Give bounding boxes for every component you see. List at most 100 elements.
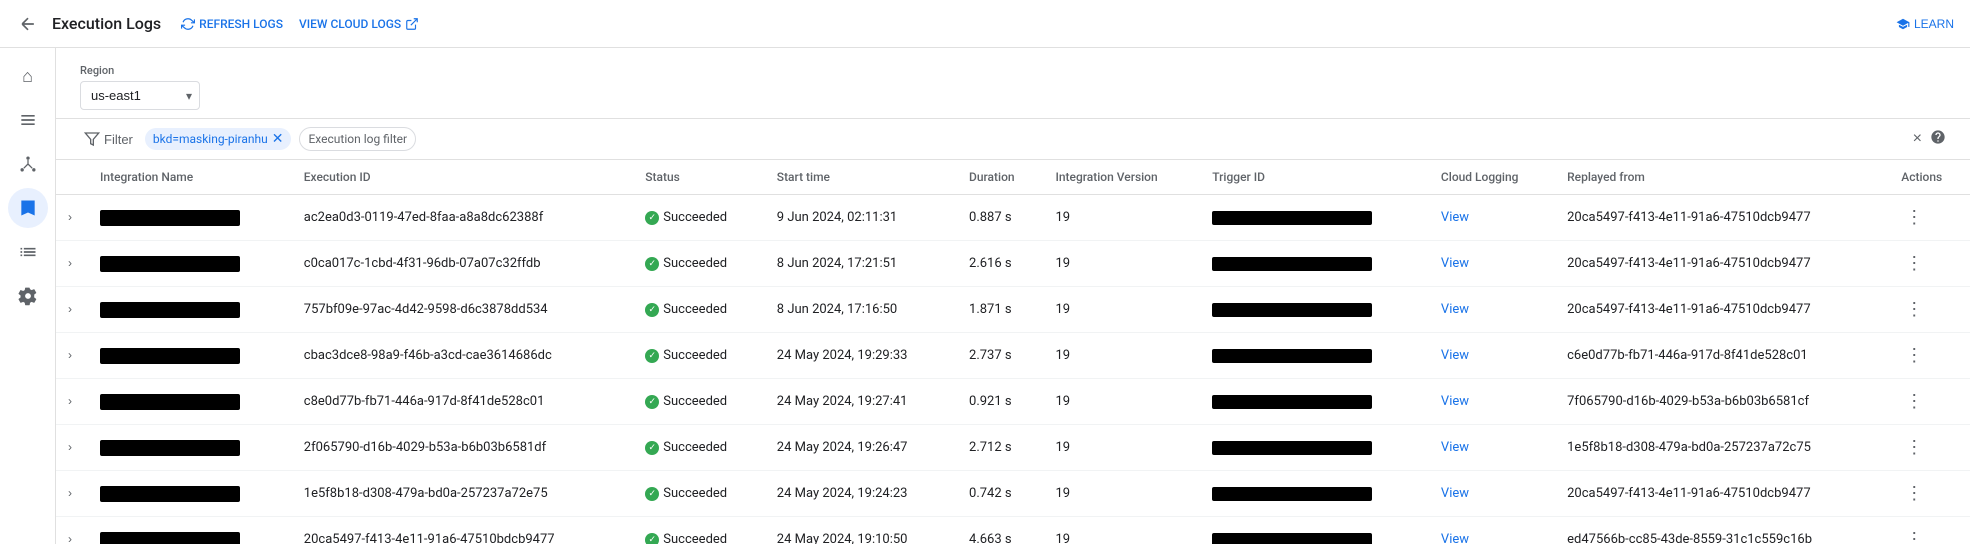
status-badge: ✓ Succeeded <box>645 486 753 501</box>
status-text: Succeeded <box>663 532 727 544</box>
replayed-from-cell: 20ca5497-f413-4e11-91a6-47510dcb9477 <box>1555 195 1889 241</box>
filter-help-button[interactable] <box>1930 129 1946 150</box>
expand-button[interactable]: › <box>68 348 72 362</box>
status-success-icon: ✓ <box>645 487 659 501</box>
sidebar-icon-connectors[interactable] <box>8 144 48 184</box>
integration-version-cell: 19 <box>1043 517 1200 544</box>
actions-cell: ⋮ <box>1889 471 1970 517</box>
filter-close-button[interactable]: × <box>1913 130 1922 148</box>
learn-button[interactable]: LEARN <box>1896 17 1954 31</box>
expand-button[interactable]: › <box>68 256 72 270</box>
status-success-icon: ✓ <box>645 211 659 225</box>
trigger-id-redacted <box>1212 533 1372 544</box>
expand-button[interactable]: › <box>68 440 72 454</box>
cloud-logging-cell: View <box>1429 241 1555 287</box>
page-title: Execution Logs <box>52 14 161 33</box>
sidebar-icon-home[interactable]: ⌂ <box>8 56 48 96</box>
execution-id-cell: c8e0d77b-fb71-446a-917d-8f41de528c01 <box>292 379 634 425</box>
trigger-id-redacted <box>1212 395 1372 409</box>
filter-button[interactable]: Filter <box>80 127 137 151</box>
cloud-logging-view-link[interactable]: View <box>1441 302 1469 317</box>
expand-cell: › <box>56 195 88 241</box>
table-row: › cbac3dce8-98a9-f46b-a3cd-cae3614686dc … <box>56 333 1970 379</box>
cloud-logging-view-link[interactable]: View <box>1441 486 1469 501</box>
duration-cell: 2.712 s <box>957 425 1043 471</box>
row-more-button[interactable]: ⋮ <box>1901 527 1927 544</box>
status-text: Succeeded <box>663 440 727 455</box>
integration-name-cell <box>88 333 292 379</box>
table-header: Integration Name Execution ID Status Sta… <box>56 160 1970 195</box>
trigger-id-cell <box>1200 517 1429 544</box>
cloud-logging-cell: View <box>1429 471 1555 517</box>
integration-name-wrapper <box>100 486 280 502</box>
integration-version-cell: 19 <box>1043 471 1200 517</box>
expand-button[interactable]: › <box>68 486 72 500</box>
table-row: › 2f065790-d16b-4029-b53a-b6b03b6581df ✓… <box>56 425 1970 471</box>
expand-cell: › <box>56 241 88 287</box>
row-more-button[interactable]: ⋮ <box>1901 251 1927 276</box>
integration-name-redacted <box>100 302 240 318</box>
integration-name-redacted <box>100 532 240 544</box>
expand-cell: › <box>56 471 88 517</box>
status-success-icon: ✓ <box>645 533 659 544</box>
cloud-logging-cell: View <box>1429 333 1555 379</box>
filter-chip-remove[interactable]: ✕ <box>272 132 284 146</box>
cloud-logging-view-link[interactable]: View <box>1441 532 1469 544</box>
sidebar-icon-settings[interactable] <box>8 276 48 316</box>
status-text: Succeeded <box>663 210 727 225</box>
header-actions: REFRESH LOGS VIEW CLOUD LOGS <box>181 17 419 31</box>
refresh-logs-link[interactable]: REFRESH LOGS <box>181 17 283 31</box>
col-start-time: Start time <box>765 160 957 195</box>
table-body: › ac2ea0d3-0119-47ed-8faa-a8a8dc62388f ✓… <box>56 195 1970 544</box>
start-time-cell: 8 Jun 2024, 17:21:51 <box>765 241 957 287</box>
execution-id-cell: ac2ea0d3-0119-47ed-8faa-a8a8dc62388f <box>292 195 634 241</box>
sidebar-icon-monitor[interactable] <box>8 232 48 272</box>
integration-name-cell <box>88 195 292 241</box>
sidebar-icon-integrations[interactable] <box>8 100 48 140</box>
expand-button[interactable]: › <box>68 532 72 544</box>
learn-icon <box>1896 17 1910 31</box>
filter-chip[interactable]: bkd=masking-piranhu ✕ <box>145 128 292 150</box>
row-more-button[interactable]: ⋮ <box>1901 205 1927 230</box>
actions-cell: ⋮ <box>1889 241 1970 287</box>
integration-name-wrapper <box>100 440 280 456</box>
expand-button[interactable]: › <box>68 210 72 224</box>
status-text: Succeeded <box>663 394 727 409</box>
help-icon <box>1930 129 1946 145</box>
back-button[interactable] <box>16 12 40 36</box>
expand-button[interactable]: › <box>68 394 72 408</box>
cloud-logging-view-link[interactable]: View <box>1441 210 1469 225</box>
row-more-button[interactable]: ⋮ <box>1901 297 1927 322</box>
cloud-logging-view-link[interactable]: View <box>1441 256 1469 271</box>
table-row: › c0ca017c-1cbd-4f31-96db-07a07c32ffdb ✓… <box>56 241 1970 287</box>
trigger-id-cell <box>1200 241 1429 287</box>
row-more-button[interactable]: ⋮ <box>1901 481 1927 506</box>
table-row: › ac2ea0d3-0119-47ed-8faa-a8a8dc62388f ✓… <box>56 195 1970 241</box>
region-select[interactable]: us-east1 us-central1 us-west1 europe-wes… <box>80 81 200 110</box>
integration-version-cell: 19 <box>1043 333 1200 379</box>
status-success-icon: ✓ <box>645 349 659 363</box>
sidebar-icon-logs[interactable] <box>8 188 48 228</box>
replayed-from-cell: 7f065790-d16b-4029-b53a-b6b03b6581cf <box>1555 379 1889 425</box>
integration-name-redacted <box>100 348 240 364</box>
expand-button[interactable]: › <box>68 302 72 316</box>
row-more-button[interactable]: ⋮ <box>1901 389 1927 414</box>
row-more-button[interactable]: ⋮ <box>1901 435 1927 460</box>
region-label: Region <box>80 64 1946 77</box>
cloud-logging-view-link[interactable]: View <box>1441 440 1469 455</box>
row-more-button[interactable]: ⋮ <box>1901 343 1927 368</box>
execution-id-cell: 2f065790-d16b-4029-b53a-b6b03b6581df <box>292 425 634 471</box>
view-cloud-logs-link[interactable]: VIEW CLOUD LOGS <box>299 17 419 31</box>
integration-name-cell <box>88 241 292 287</box>
status-cell: ✓ Succeeded <box>633 241 765 287</box>
table-row: › 757bf09e-97ac-4d42-9598-d6c3878dd534 ✓… <box>56 287 1970 333</box>
status-text: Succeeded <box>663 256 727 271</box>
cloud-logging-view-link[interactable]: View <box>1441 348 1469 363</box>
status-text: Succeeded <box>663 486 727 501</box>
status-text: Succeeded <box>663 348 727 363</box>
integration-name-redacted <box>100 486 240 502</box>
status-success-icon: ✓ <box>645 395 659 409</box>
cloud-logging-view-link[interactable]: View <box>1441 394 1469 409</box>
integration-name-cell <box>88 379 292 425</box>
actions-cell: ⋮ <box>1889 195 1970 241</box>
